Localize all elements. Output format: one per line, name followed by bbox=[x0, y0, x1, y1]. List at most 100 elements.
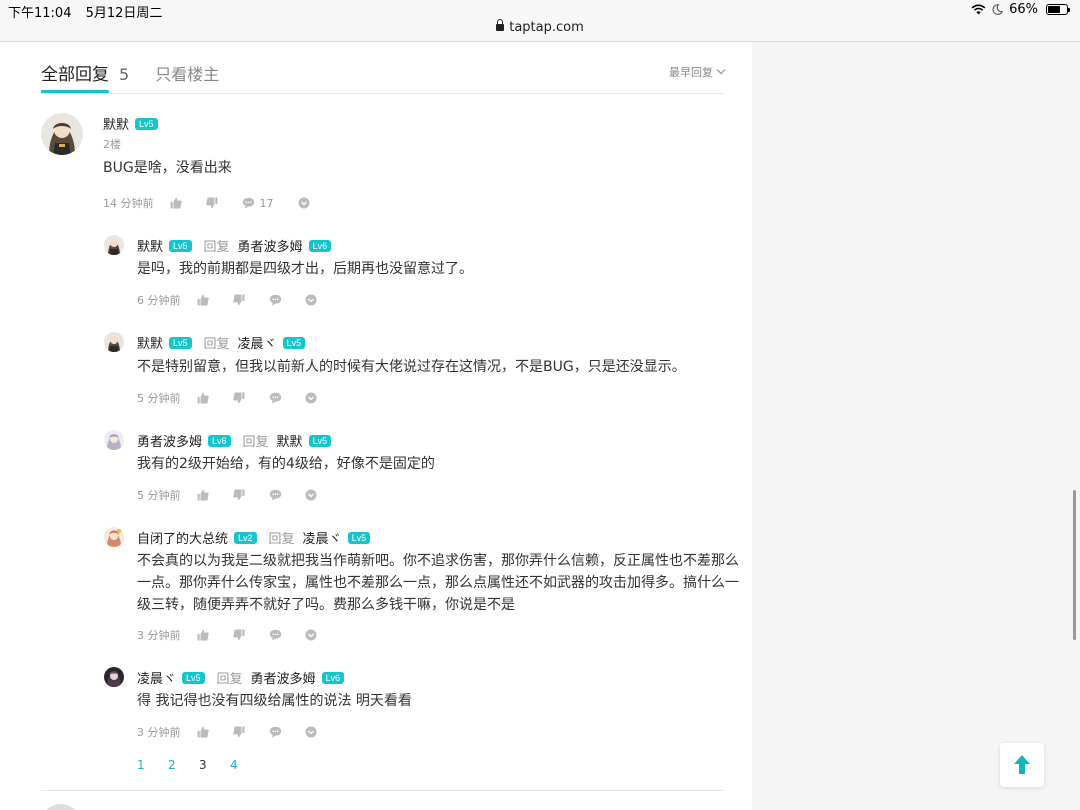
reply-header: 自闭了的大总统 Lv2 回复 凌晨ヾ Lv5 bbox=[137, 528, 371, 547]
thumbs-down-icon[interactable] bbox=[232, 629, 245, 641]
reply-avatar[interactable] bbox=[104, 667, 124, 687]
scrollbar[interactable] bbox=[1073, 490, 1076, 640]
level-badge: Lv5 bbox=[135, 117, 158, 130]
reply-target[interactable]: 默默 bbox=[277, 431, 303, 450]
reply-actions: 5 分钟前 bbox=[137, 487, 317, 503]
reply-author[interactable]: 勇者波多姆 bbox=[137, 431, 202, 450]
level-badge: Lv5 bbox=[347, 531, 371, 544]
thumbs-up-icon[interactable] bbox=[197, 392, 209, 404]
reply-target[interactable]: 勇者波多姆 bbox=[238, 236, 303, 255]
reply-text: 我有的2级开始给，有的4级给，好像不是固定的 bbox=[137, 456, 435, 472]
more-options-icon[interactable] bbox=[305, 489, 317, 501]
thumbs-up-icon[interactable] bbox=[197, 629, 209, 641]
reply-text-line: 不会真的以为我是二级就把我当作萌新吧。你不追求伤害，那你弄什么信赖，反正属性也不… bbox=[137, 553, 739, 569]
more-options-icon[interactable] bbox=[305, 392, 317, 404]
comment-icon[interactable] bbox=[269, 392, 281, 404]
sort-dropdown[interactable]: 最早回复 bbox=[669, 64, 726, 80]
reply-actions: 5 分钟前 bbox=[137, 390, 317, 406]
tab-all-replies[interactable]: 全部回复 bbox=[41, 60, 109, 93]
reply-author[interactable]: 自闭了的大总统 bbox=[137, 528, 228, 547]
chevron-down-icon bbox=[716, 65, 726, 75]
back-to-top-button[interactable] bbox=[1000, 743, 1044, 787]
status-left: 下午11:04 5月12日周二 bbox=[8, 2, 172, 21]
comment-time: 14 分钟前 bbox=[103, 197, 154, 210]
more-options-icon[interactable] bbox=[305, 294, 317, 306]
reply-avatar[interactable] bbox=[104, 332, 124, 352]
more-options-icon[interactable] bbox=[305, 726, 317, 738]
level-badge: Lv5 bbox=[169, 336, 192, 349]
reply-actions: 3 分钟前 bbox=[137, 627, 317, 643]
status-right: 66% bbox=[971, 2, 1070, 17]
thumbs-down-icon[interactable] bbox=[232, 392, 245, 404]
page-link[interactable]: 4 bbox=[230, 758, 261, 772]
level-badge: Lv5 bbox=[169, 239, 192, 252]
reply-label: 回复 bbox=[203, 240, 230, 255]
url-text: taptap.com bbox=[509, 20, 584, 35]
reply-time: 6 分钟前 bbox=[137, 294, 181, 307]
comment-icon[interactable] bbox=[242, 197, 254, 209]
avatar[interactable] bbox=[41, 804, 81, 810]
thumbs-up-icon[interactable] bbox=[170, 197, 182, 209]
avatar[interactable] bbox=[41, 113, 83, 155]
thumbs-up-icon[interactable] bbox=[197, 294, 209, 306]
floor-number: 2楼 bbox=[103, 138, 121, 151]
level-badge: Lv5 bbox=[282, 336, 306, 349]
comment-author: 默默 Lv5 bbox=[103, 114, 158, 133]
reply-label: 回复 bbox=[216, 672, 243, 687]
address-bar[interactable]: taptap.com bbox=[0, 19, 1080, 35]
level-badge: Lv6 bbox=[308, 239, 332, 252]
comment-actions: 14 分钟前 17 bbox=[103, 195, 310, 211]
more-options-icon[interactable] bbox=[305, 629, 317, 641]
reply-avatar[interactable] bbox=[104, 235, 124, 255]
tab-only-op[interactable]: 只看楼主 bbox=[155, 61, 219, 85]
reply-target[interactable]: 凌晨ヾ bbox=[303, 528, 342, 547]
comment-icon[interactable] bbox=[269, 294, 281, 306]
reply-avatar[interactable] bbox=[104, 430, 124, 450]
lock-icon bbox=[496, 19, 505, 31]
thumbs-down-icon[interactable] bbox=[205, 197, 218, 209]
reply-author[interactable]: 默默 bbox=[137, 333, 163, 352]
reply-author[interactable]: 凌晨ヾ bbox=[137, 668, 176, 687]
status-time: 下午11:04 bbox=[8, 6, 72, 21]
reply-label: 回复 bbox=[203, 337, 230, 352]
level-badge: Lv5 bbox=[308, 434, 332, 447]
more-options-icon[interactable] bbox=[298, 197, 310, 209]
page-background bbox=[752, 42, 1080, 810]
thumbs-up-icon[interactable] bbox=[197, 489, 209, 501]
page-link[interactable]: 1 bbox=[137, 758, 168, 772]
arrow-up-icon bbox=[1014, 755, 1030, 774]
level-badge: Lv5 bbox=[182, 671, 205, 684]
reply-label: 回复 bbox=[242, 435, 269, 450]
thumbs-down-icon[interactable] bbox=[232, 294, 245, 306]
comment-text: BUG是啥，没看出来 bbox=[103, 160, 232, 176]
reply-target[interactable]: 凌晨ヾ bbox=[238, 333, 277, 352]
comment-icon[interactable] bbox=[269, 726, 281, 738]
status-date: 5月12日周二 bbox=[85, 6, 163, 21]
comment-icon[interactable] bbox=[269, 489, 281, 501]
reply-target[interactable]: 勇者波多姆 bbox=[251, 668, 316, 687]
reply-header: 勇者波多姆 Lv6 回复 默默 Lv5 bbox=[137, 431, 332, 450]
thumbs-up-icon[interactable] bbox=[197, 726, 209, 738]
reply-author[interactable]: 默默 bbox=[137, 236, 163, 255]
author-name[interactable]: 默默 bbox=[103, 114, 129, 133]
reply-header: 默默 Lv5 回复 凌晨ヾ Lv5 bbox=[137, 333, 306, 352]
pagination: 1 2 3 4 bbox=[137, 758, 261, 772]
reply-text: 不是特别留意，但我以前新人的时候有大佬说过存在这情况，不是BUG，只是还没显示。 bbox=[137, 359, 686, 375]
thumbs-down-icon[interactable] bbox=[232, 489, 245, 501]
thumbs-down-icon[interactable] bbox=[232, 726, 245, 738]
reply-text: 是吗，我的前期都是四级才出，后期再也没留意过了。 bbox=[137, 261, 473, 277]
reply-text-line: 级三转，随便弄弄不就好了吗。费那么多钱干嘛，你说是不是 bbox=[137, 597, 515, 613]
reply-avatar[interactable] bbox=[104, 527, 124, 547]
reply-time: 3 分钟前 bbox=[137, 629, 181, 642]
moon-icon bbox=[992, 4, 1004, 15]
battery-percent: 66% bbox=[1009, 2, 1038, 17]
level-badge: Lv6 bbox=[208, 434, 231, 447]
reply-text: 不会真的以为我是二级就把我当作萌新吧。你不追求伤害，那你弄什么信赖，反正属性也不… bbox=[137, 550, 739, 616]
tab-all-label: 全部回复 bbox=[41, 65, 109, 85]
tab-all-count: 5 bbox=[119, 65, 130, 84]
reply-actions: 6 分钟前 bbox=[137, 292, 317, 308]
reply-tabs: 全部回复 5 只看楼主 bbox=[41, 60, 219, 93]
comment-icon[interactable] bbox=[269, 629, 281, 641]
level-badge: Lv6 bbox=[321, 671, 345, 684]
page-link[interactable]: 2 bbox=[168, 758, 199, 772]
